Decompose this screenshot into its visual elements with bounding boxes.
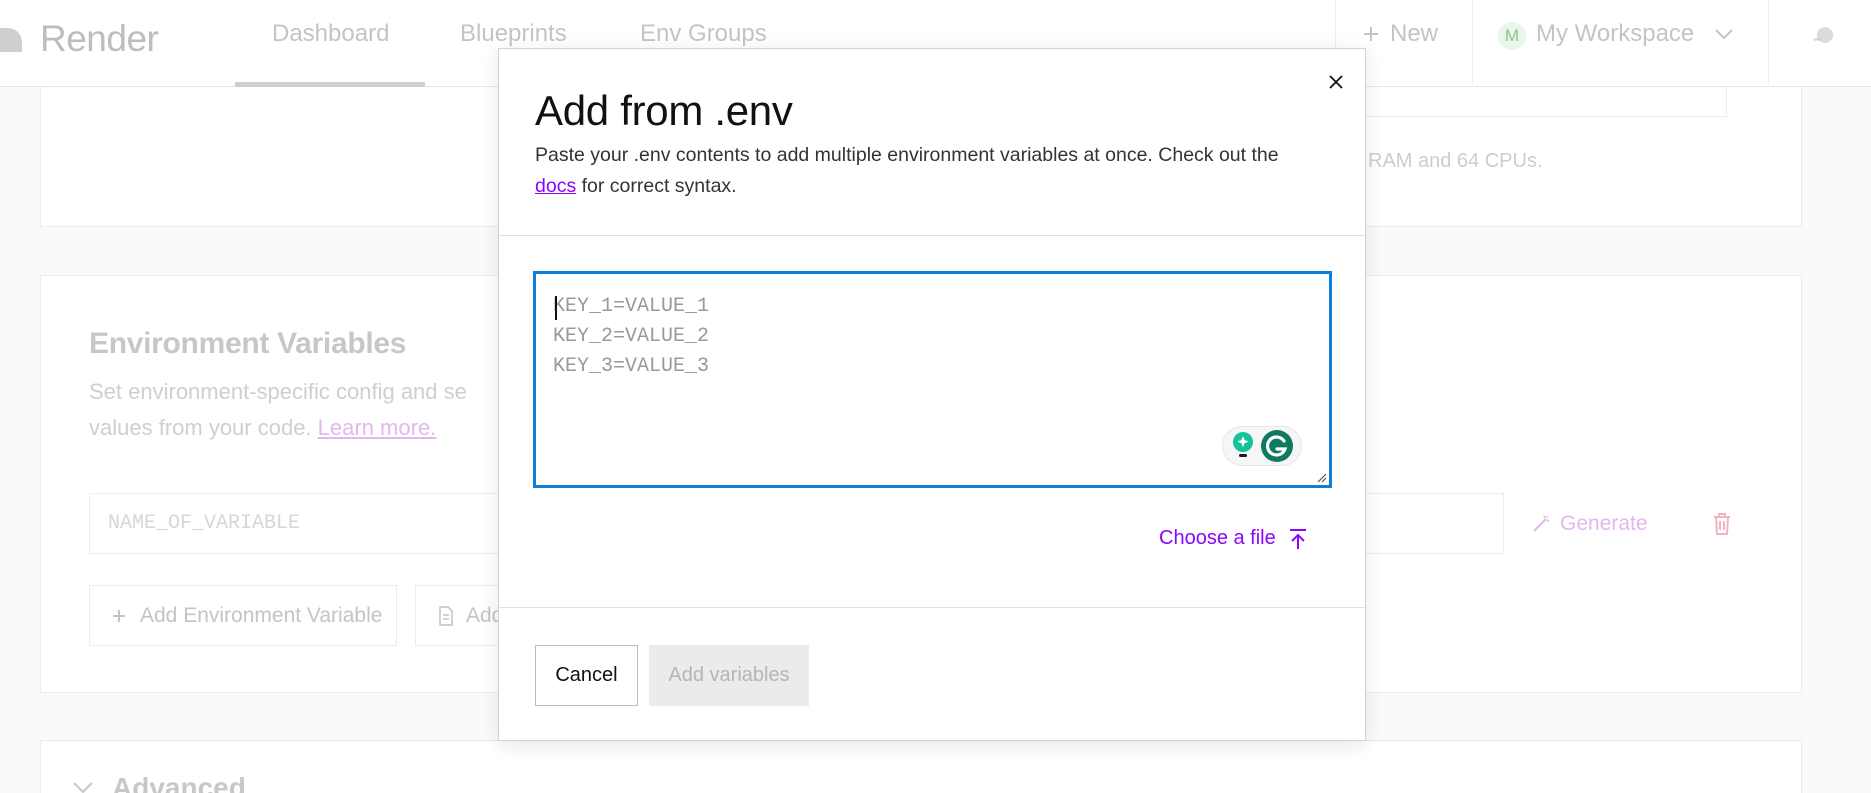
cancel-button[interactable]: Cancel xyxy=(535,645,638,706)
plus-icon xyxy=(1364,27,1378,41)
close-button[interactable] xyxy=(1321,67,1351,97)
add-variables-button[interactable]: Add variables xyxy=(649,645,809,706)
add-env-var-label: Add Environment Variable xyxy=(140,603,383,627)
variable-name-input[interactable]: NAME_OF_VARIABLE xyxy=(89,493,509,554)
env-contents-textarea[interactable]: KEY_1=VALUE_1 KEY_2=VALUE_2 KEY_3=VALUE_… xyxy=(533,271,1332,488)
advanced-card xyxy=(40,740,1802,793)
workspace-avatar: M xyxy=(1498,22,1526,50)
grammarly-widget[interactable] xyxy=(1222,426,1302,466)
dialog-divider xyxy=(499,235,1365,236)
generate-label: Generate xyxy=(1560,512,1648,535)
workspace-switcher[interactable]: My Workspace xyxy=(1536,20,1734,48)
background-input xyxy=(1360,87,1727,117)
generate-button[interactable]: Generate xyxy=(1530,512,1648,536)
choose-file-label: Choose a file xyxy=(1159,527,1276,549)
nav-tab-blueprints[interactable]: Blueprints xyxy=(460,20,567,48)
env-desc-line2: values from your code. xyxy=(89,415,312,440)
dialog-title: Add from .env xyxy=(535,87,793,134)
chevron-down-icon xyxy=(73,782,93,793)
env-section-title: Environment Variables xyxy=(89,327,407,360)
nav-tab-dashboard[interactable]: Dashboard xyxy=(272,20,389,48)
workspace-name: My Workspace xyxy=(1536,20,1695,47)
learn-more-link[interactable]: Learn more. xyxy=(318,415,437,440)
text-caret xyxy=(555,296,557,320)
wand-icon xyxy=(1533,515,1550,532)
placeholder-line: KEY_3=VALUE_3 xyxy=(553,355,710,378)
dialog-divider xyxy=(499,607,1365,608)
grammarly-icon xyxy=(1261,430,1293,462)
nav-divider xyxy=(1768,0,1769,87)
add-from-env-dialog: Add from .env Paste your .env contents t… xyxy=(498,48,1366,741)
plus-icon xyxy=(113,609,125,622)
add-environment-variable-button[interactable]: Add Environment Variable xyxy=(89,585,397,646)
dialog-desc-suffix: for correct syntax. xyxy=(581,175,737,197)
chevron-down-icon xyxy=(1715,29,1733,40)
nav-tab-env-groups[interactable]: Env Groups xyxy=(640,20,767,48)
brand-name: Render xyxy=(40,18,159,59)
user-avatar-icon[interactable] xyxy=(1808,22,1838,50)
placeholder-line: KEY_1=VALUE_1 xyxy=(553,295,710,318)
render-logo-icon xyxy=(0,22,28,56)
env-section-description: Set environment-specific config and se v… xyxy=(89,374,529,446)
new-button[interactable]: New xyxy=(1362,20,1438,48)
resize-handle-icon[interactable] xyxy=(1315,471,1327,483)
env-desc-line1: Set environment-specific config and se xyxy=(89,379,467,404)
placeholder-line: KEY_2=VALUE_2 xyxy=(553,325,710,348)
dialog-desc-prefix: Paste your .env contents to add multiple… xyxy=(535,144,1279,166)
advanced-toggle[interactable]: Advanced xyxy=(72,772,246,793)
instance-spec-text: RAM and 64 CPUs. xyxy=(1368,150,1543,172)
advanced-label: Advanced xyxy=(112,772,246,793)
new-label: New xyxy=(1390,20,1439,47)
nav-divider xyxy=(1472,0,1473,87)
trash-icon[interactable] xyxy=(1712,512,1732,536)
dialog-description: Paste your .env contents to add multiple… xyxy=(535,140,1325,202)
brand[interactable]: Render xyxy=(0,18,159,60)
file-icon xyxy=(439,605,453,626)
docs-link[interactable]: docs xyxy=(535,175,576,197)
close-icon xyxy=(1329,75,1343,89)
env-textarea-placeholder[interactable]: KEY_1=VALUE_1 KEY_2=VALUE_2 KEY_3=VALUE_… xyxy=(536,274,1329,485)
choose-file-button[interactable]: Choose a file xyxy=(1159,527,1308,550)
variable-value-input[interactable] xyxy=(1362,493,1504,554)
lightbulb-icon xyxy=(1233,432,1253,457)
upload-icon xyxy=(1289,528,1306,549)
